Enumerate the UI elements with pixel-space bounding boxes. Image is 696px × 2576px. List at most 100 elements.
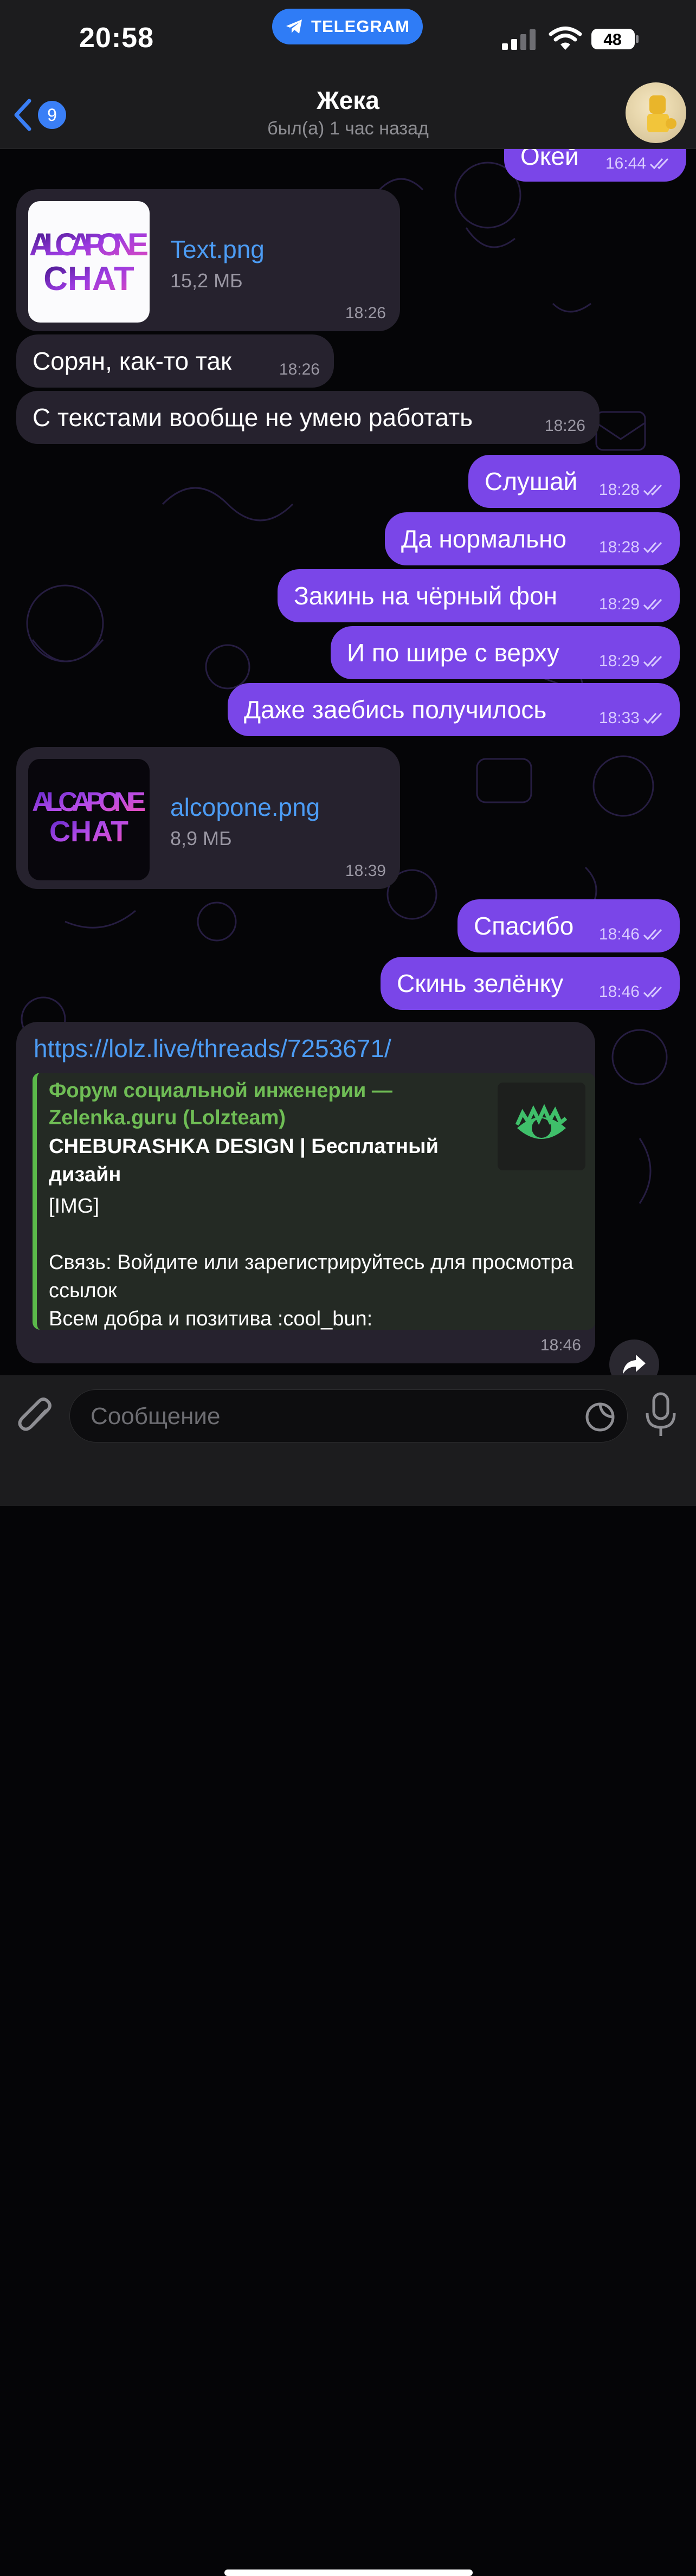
telegram-pill[interactable]: TELEGRAM: [272, 9, 423, 44]
file-thumbnail-image: AL CAPONE CHAT: [32, 787, 146, 848]
file-thumbnail-image: AL CAPONE CHAT: [29, 227, 149, 298]
file-thumbnail[interactable]: AL CAPONE CHAT: [28, 201, 150, 323]
thumb-text-1: AL CAPONE: [32, 787, 146, 817]
double-check-icon: [643, 484, 662, 496]
message-text: Даже заебись получилось: [244, 695, 547, 724]
chat-title[interactable]: Жека: [0, 86, 696, 115]
message-meta: 18:39: [345, 862, 386, 880]
composer-bar: [0, 1375, 696, 2576]
message-outgoing[interactable]: Слушай 18:28: [468, 455, 680, 508]
file-thumbnail[interactable]: AL CAPONE CHAT: [28, 759, 150, 880]
message-text: Окей: [520, 149, 579, 170]
message-meta: 18:46: [599, 983, 666, 1001]
message-incoming-file[interactable]: AL CAPONE CHAT alcopone.png 8,9 МБ 18:39: [16, 747, 400, 889]
double-check-icon: [649, 158, 669, 170]
double-check-icon: [643, 655, 662, 667]
file-size: 15,2 МБ: [170, 269, 243, 292]
message-text: Закинь на чёрный фон: [294, 582, 558, 610]
message-time: 18:26: [279, 360, 320, 378]
message-time: 18:46: [598, 925, 640, 943]
thumb-text-2: CHAT: [49, 815, 128, 848]
double-check-icon: [643, 712, 662, 724]
message-outgoing[interactable]: Закинь на чёрный фон 18:29: [278, 569, 680, 622]
telegram-pill-label: TELEGRAM: [311, 17, 410, 36]
avatar[interactable]: [626, 82, 686, 143]
message-time: 18:26: [544, 417, 585, 435]
message-meta: 18:28: [599, 481, 666, 499]
message-text: И по шире с верху: [347, 639, 560, 667]
avatar-figure: [647, 95, 676, 132]
double-check-icon: [643, 542, 662, 553]
link-preview[interactable]: Форум социальной инженерии — Zelenka.gur…: [33, 1073, 595, 1330]
message-meta: 18:33: [599, 709, 666, 727]
eye-logo-icon: [515, 1104, 568, 1139]
message-list[interactable]: Окей 16:44 AL CAPONE CHAT Text.png 15,2 …: [0, 149, 696, 1375]
preview-description: [IMG] Связь: Войдите или зарегистрируйте…: [49, 1195, 573, 1330]
message-meta: 16:44: [605, 154, 672, 173]
double-check-icon: [643, 598, 662, 610]
message-time: 16:44: [605, 154, 646, 172]
message-time: 18:26: [345, 304, 386, 322]
thumb-text-1: AL CAPONE: [29, 227, 149, 262]
message-text: Скинь зелёнку: [397, 969, 564, 997]
telegram-plane-icon: [286, 20, 302, 34]
status-bar: 20:58 TELEGRAM 48: [0, 0, 696, 87]
share-button[interactable]: [609, 1339, 659, 1375]
preview-thumbnail: [498, 1083, 585, 1170]
double-check-icon: [643, 929, 662, 941]
message-time: 18:28: [598, 538, 640, 556]
message-incoming[interactable]: Сорян, как-то так 18:26: [16, 334, 334, 388]
message-meta: 18:29: [599, 595, 666, 614]
message-outgoing[interactable]: Спасибо 18:46: [457, 899, 680, 952]
message-incoming-file[interactable]: AL CAPONE CHAT Text.png 15,2 МБ 18:26: [16, 189, 400, 331]
file-name[interactable]: Text.png: [170, 235, 265, 264]
message-meta: 18:26: [345, 304, 386, 323]
back-button[interactable]: 9: [11, 98, 66, 132]
message-meta: 18:26: [545, 417, 585, 435]
double-check-icon: [643, 986, 662, 998]
message-meta: 18:28: [599, 538, 666, 557]
sticker-icon[interactable]: [585, 1402, 615, 1432]
message-outgoing[interactable]: Даже заебись получилось 18:33: [228, 683, 680, 736]
message-time: 18:46: [540, 1336, 581, 1354]
message-time: 18:29: [598, 595, 640, 613]
signal-icon: [502, 29, 536, 50]
preview-title: CHEBURASHKA DESIGN | Бесплатный дизайн: [49, 1135, 439, 1186]
battery-icon: 48: [591, 29, 639, 49]
message-outgoing[interactable]: Да нормально 18:28: [385, 512, 680, 565]
message-text: С текстами вообще не умею работать: [33, 403, 473, 432]
chat-status: был(а) 1 час назад: [267, 118, 429, 139]
message-time: 18:33: [598, 709, 640, 727]
message-meta: 18:29: [599, 652, 666, 671]
message-input[interactable]: [89, 1390, 525, 1443]
message-text: Сорян, как-то так: [33, 347, 232, 375]
link-url[interactable]: https://lolz.live/threads/7253671/: [34, 1034, 391, 1063]
preview-site-name: Форум социальной инженерии — Zelenka.gur…: [49, 1079, 392, 1129]
message-time: 18:39: [345, 862, 386, 880]
message-outgoing[interactable]: Скинь зелёнку 18:46: [381, 957, 680, 1010]
message-text: Слушай: [485, 467, 578, 495]
message-meta: 18:46: [599, 925, 666, 944]
message-incoming[interactable]: С текстами вообще не умею работать 18:26: [16, 391, 600, 444]
message-meta: 18:26: [279, 360, 320, 379]
message-input-field[interactable]: [69, 1389, 628, 1443]
back-chevron-icon: [14, 99, 31, 131]
paperclip-icon[interactable]: [15, 1395, 56, 1438]
message-incoming-link[interactable]: https://lolz.live/threads/7253671/ Форум…: [16, 1022, 595, 1363]
message-time: 18:28: [598, 481, 640, 499]
battery-level: 48: [603, 31, 621, 49]
home-indicator: [224, 2569, 473, 2576]
unread-count-badge: 9: [38, 101, 66, 129]
message-text: Да нормально: [401, 525, 567, 553]
message-time: 18:46: [598, 983, 640, 1001]
file-name[interactable]: alcopone.png: [170, 793, 320, 822]
message-time: 18:29: [598, 652, 640, 670]
thumb-text-2: CHAT: [43, 260, 134, 298]
message-text: Спасибо: [474, 912, 574, 940]
file-size: 8,9 МБ: [170, 827, 232, 849]
wifi-icon: [549, 27, 582, 50]
message-outgoing[interactable]: Окей 16:44: [504, 149, 686, 182]
microphone-icon[interactable]: [643, 1392, 679, 1438]
chat-header: Жека был(а) 1 час назад 9: [0, 82, 696, 149]
message-outgoing[interactable]: И по шире с верху 18:29: [331, 626, 680, 679]
